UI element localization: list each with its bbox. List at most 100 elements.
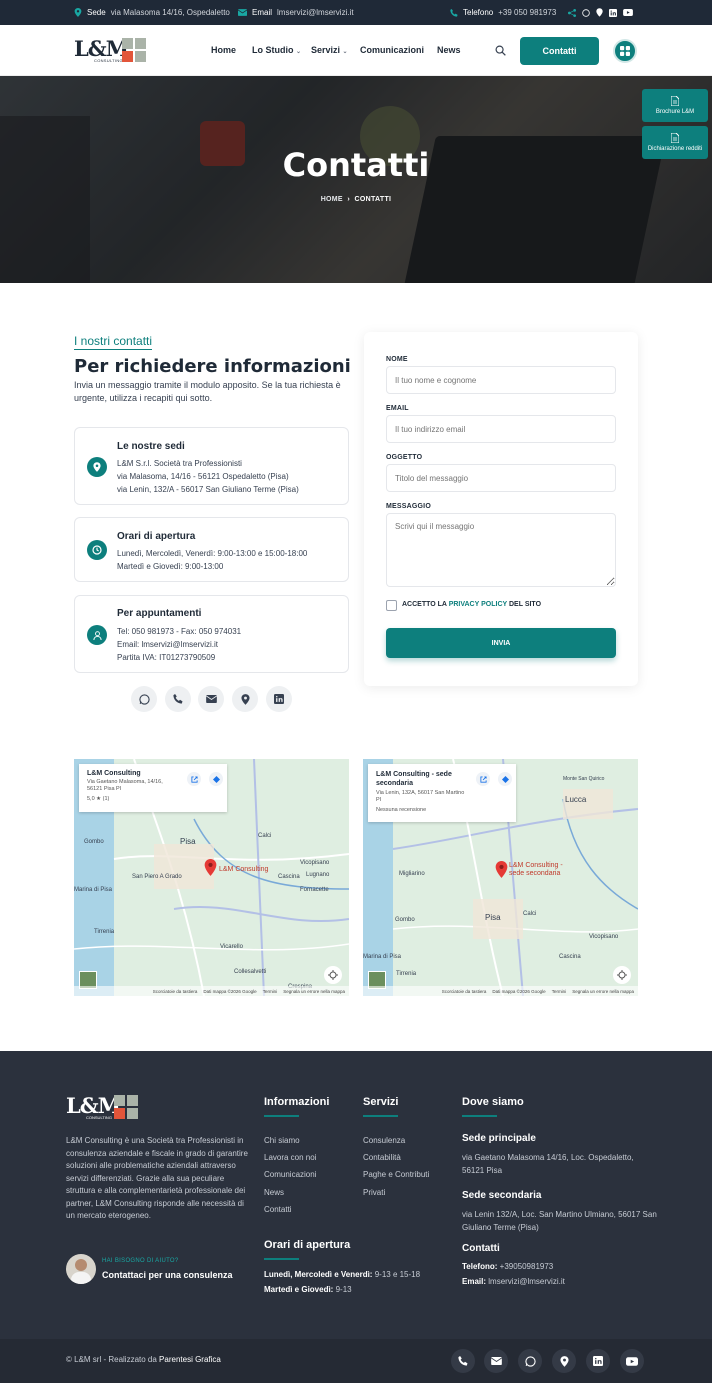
card-appuntamenti: Per appuntamenti Tel: 050 981973 - Fax: …	[74, 595, 349, 673]
footer-link-contatti[interactable]: Contatti	[264, 1205, 292, 1214]
footer-link-lavora[interactable]: Lavora con noi	[264, 1153, 316, 1162]
footer-link-paghe[interactable]: Paghe e Contributi	[363, 1170, 429, 1179]
main-header: L&M CONSULTING Home Lo Studio ⌄ Servizi …	[0, 25, 712, 76]
contact-form: NOME EMAIL OGGETTO MESSAGGIO ACCETTO LA …	[364, 332, 638, 686]
footer-link-contabilita[interactable]: Contabilità	[363, 1153, 401, 1162]
grid-icon	[620, 46, 630, 56]
phone-icon	[173, 694, 183, 704]
envelope-icon	[238, 9, 247, 16]
open-external-icon[interactable]	[187, 772, 201, 786]
card-title: Per appuntamenti	[117, 608, 202, 619]
topbar-telefono[interactable]: Telefono +39 050 981973	[450, 0, 556, 25]
site-footer: L&M CONSULTING L&M Consulting è una Soci…	[0, 1051, 712, 1339]
contatti-button[interactable]: Contatti	[520, 37, 599, 65]
footer-link-privati[interactable]: Privati	[363, 1188, 385, 1197]
share-icon[interactable]	[568, 8, 576, 17]
map-info-card: L&M Consulting Via Gaetano Malasoma, 14/…	[79, 764, 227, 812]
footer-info-title: Informazioni	[264, 1096, 330, 1108]
footer-link-chi-siamo[interactable]: Chi siamo	[264, 1136, 300, 1145]
logo[interactable]: L&M CONSULTING	[74, 36, 150, 66]
name-input[interactable]	[386, 366, 616, 394]
locate-icon[interactable]	[324, 966, 342, 984]
linkedin-icon[interactable]	[609, 8, 617, 17]
message-textarea[interactable]	[386, 513, 616, 587]
chevron-down-icon: ⌄	[342, 49, 348, 55]
footer-hours-row: Martedì e Giovedì: 9-13	[264, 1285, 352, 1294]
submit-button[interactable]: INVIA	[386, 628, 616, 658]
dichiarazione-redditi-button[interactable]: Dichiarazione redditi	[642, 126, 708, 159]
privacy-checkbox[interactable]	[386, 600, 397, 611]
whatsapp-icon[interactable]	[582, 8, 590, 17]
consultation-link[interactable]: Contattaci per una consulenza	[102, 1270, 233, 1280]
nav-news[interactable]: News	[437, 45, 461, 55]
open-external-icon[interactable]	[476, 772, 490, 786]
chevron-right-icon: ›	[345, 196, 353, 203]
brochure-button[interactable]: Brochure L&M	[642, 89, 708, 122]
footer-youtube-button[interactable]	[620, 1349, 644, 1373]
topbar-social	[568, 0, 633, 25]
directions-icon[interactable]	[209, 772, 223, 786]
apps-menu-button[interactable]	[613, 39, 637, 63]
phone-icon	[458, 1356, 468, 1366]
privacy-policy-link[interactable]: PRIVACY POLICY	[449, 601, 507, 608]
footer-logo[interactable]: L&M CONSULTING	[66, 1093, 142, 1123]
footer-phone[interactable]: Telefono: +39050981973	[462, 1262, 553, 1271]
footer-map-button[interactable]	[552, 1349, 576, 1373]
subject-input[interactable]	[386, 464, 616, 492]
avatar	[66, 1254, 96, 1284]
footer-link-comunicazioni[interactable]: Comunicazioni	[264, 1170, 316, 1179]
user-icon	[87, 625, 107, 645]
footer-where-title: Dove siamo	[462, 1096, 524, 1108]
youtube-icon[interactable]	[623, 9, 633, 16]
card-title: Orari di apertura	[117, 531, 196, 542]
map-info-card: L&M Consulting - sede secondaria Via Len…	[368, 764, 516, 822]
privacy-consent-label: ACCETTO LA PRIVACY POLICY DEL SITO	[402, 601, 542, 608]
map-rating: 5,0 ★ (1)	[87, 796, 110, 802]
locate-icon[interactable]	[613, 966, 631, 984]
map-pin-icon[interactable]	[495, 861, 508, 878]
footer-email-button[interactable]	[484, 1349, 508, 1373]
footer-whatsapp-button[interactable]	[518, 1349, 542, 1373]
footer-email[interactable]: Email: lmservizi@lmservizi.it	[462, 1277, 565, 1286]
nav-home[interactable]: Home	[211, 45, 236, 55]
footer-link-news[interactable]: News	[264, 1188, 284, 1197]
directions-icon[interactable]	[498, 772, 512, 786]
breadcrumb-home[interactable]: HOME	[321, 196, 343, 203]
search-icon[interactable]	[495, 45, 506, 56]
nav-servizi[interactable]: Servizi ⌄	[311, 45, 348, 55]
map-sede-principale[interactable]: Pisa Gombo Marina di Pisa Tirrenia Calci…	[74, 759, 349, 996]
location-pin-icon	[87, 457, 107, 477]
section-kicker: I nostri contatti	[74, 334, 153, 350]
footer-contacts-title: Contatti	[462, 1243, 500, 1254]
whatsapp-icon	[138, 693, 150, 705]
document-icon	[671, 133, 679, 143]
linkedin-button[interactable]	[266, 686, 292, 712]
email-button[interactable]	[198, 686, 224, 712]
map-marker-icon[interactable]	[596, 8, 603, 17]
linkedin-icon	[274, 694, 284, 704]
footer-phone-button[interactable]	[451, 1349, 475, 1373]
whatsapp-button[interactable]	[131, 686, 157, 712]
phone-button[interactable]	[165, 686, 191, 712]
email-label: EMAIL	[386, 405, 409, 412]
nav-lo-studio[interactable]: Lo Studio ⌄	[252, 45, 301, 55]
footer-link-consulenza[interactable]: Consulenza	[363, 1136, 405, 1145]
copyright-bar: © L&M srl - Realizzato da Parentesi Graf…	[0, 1339, 712, 1383]
topbar-email[interactable]: Email lmservizi@lmservizi.it	[238, 0, 354, 25]
chevron-down-icon: ⌄	[296, 49, 302, 55]
map-sede-secondaria[interactable]: Lucca Migliarino Pisa Gombo Calci Vicopi…	[363, 759, 638, 996]
footer-linkedin-button[interactable]	[586, 1349, 610, 1373]
document-icon	[671, 96, 679, 106]
linkedin-icon	[593, 1356, 603, 1366]
location-pin-icon	[74, 8, 82, 17]
map-marker-icon	[559, 1355, 569, 1367]
map-button[interactable]	[232, 686, 258, 712]
nav-comunicazioni[interactable]: Comunicazioni	[360, 45, 424, 55]
author-link[interactable]: Parentesi Grafica	[159, 1355, 221, 1364]
youtube-icon	[626, 1356, 638, 1366]
footer-hours-row: Lunedì, Mercoledì e Venerdì: 9-13 e 15-1…	[264, 1270, 421, 1279]
message-label: MESSAGGIO	[386, 503, 431, 510]
map-pin-icon[interactable]	[204, 859, 217, 876]
phone-icon	[450, 8, 458, 17]
email-input[interactable]	[386, 415, 616, 443]
